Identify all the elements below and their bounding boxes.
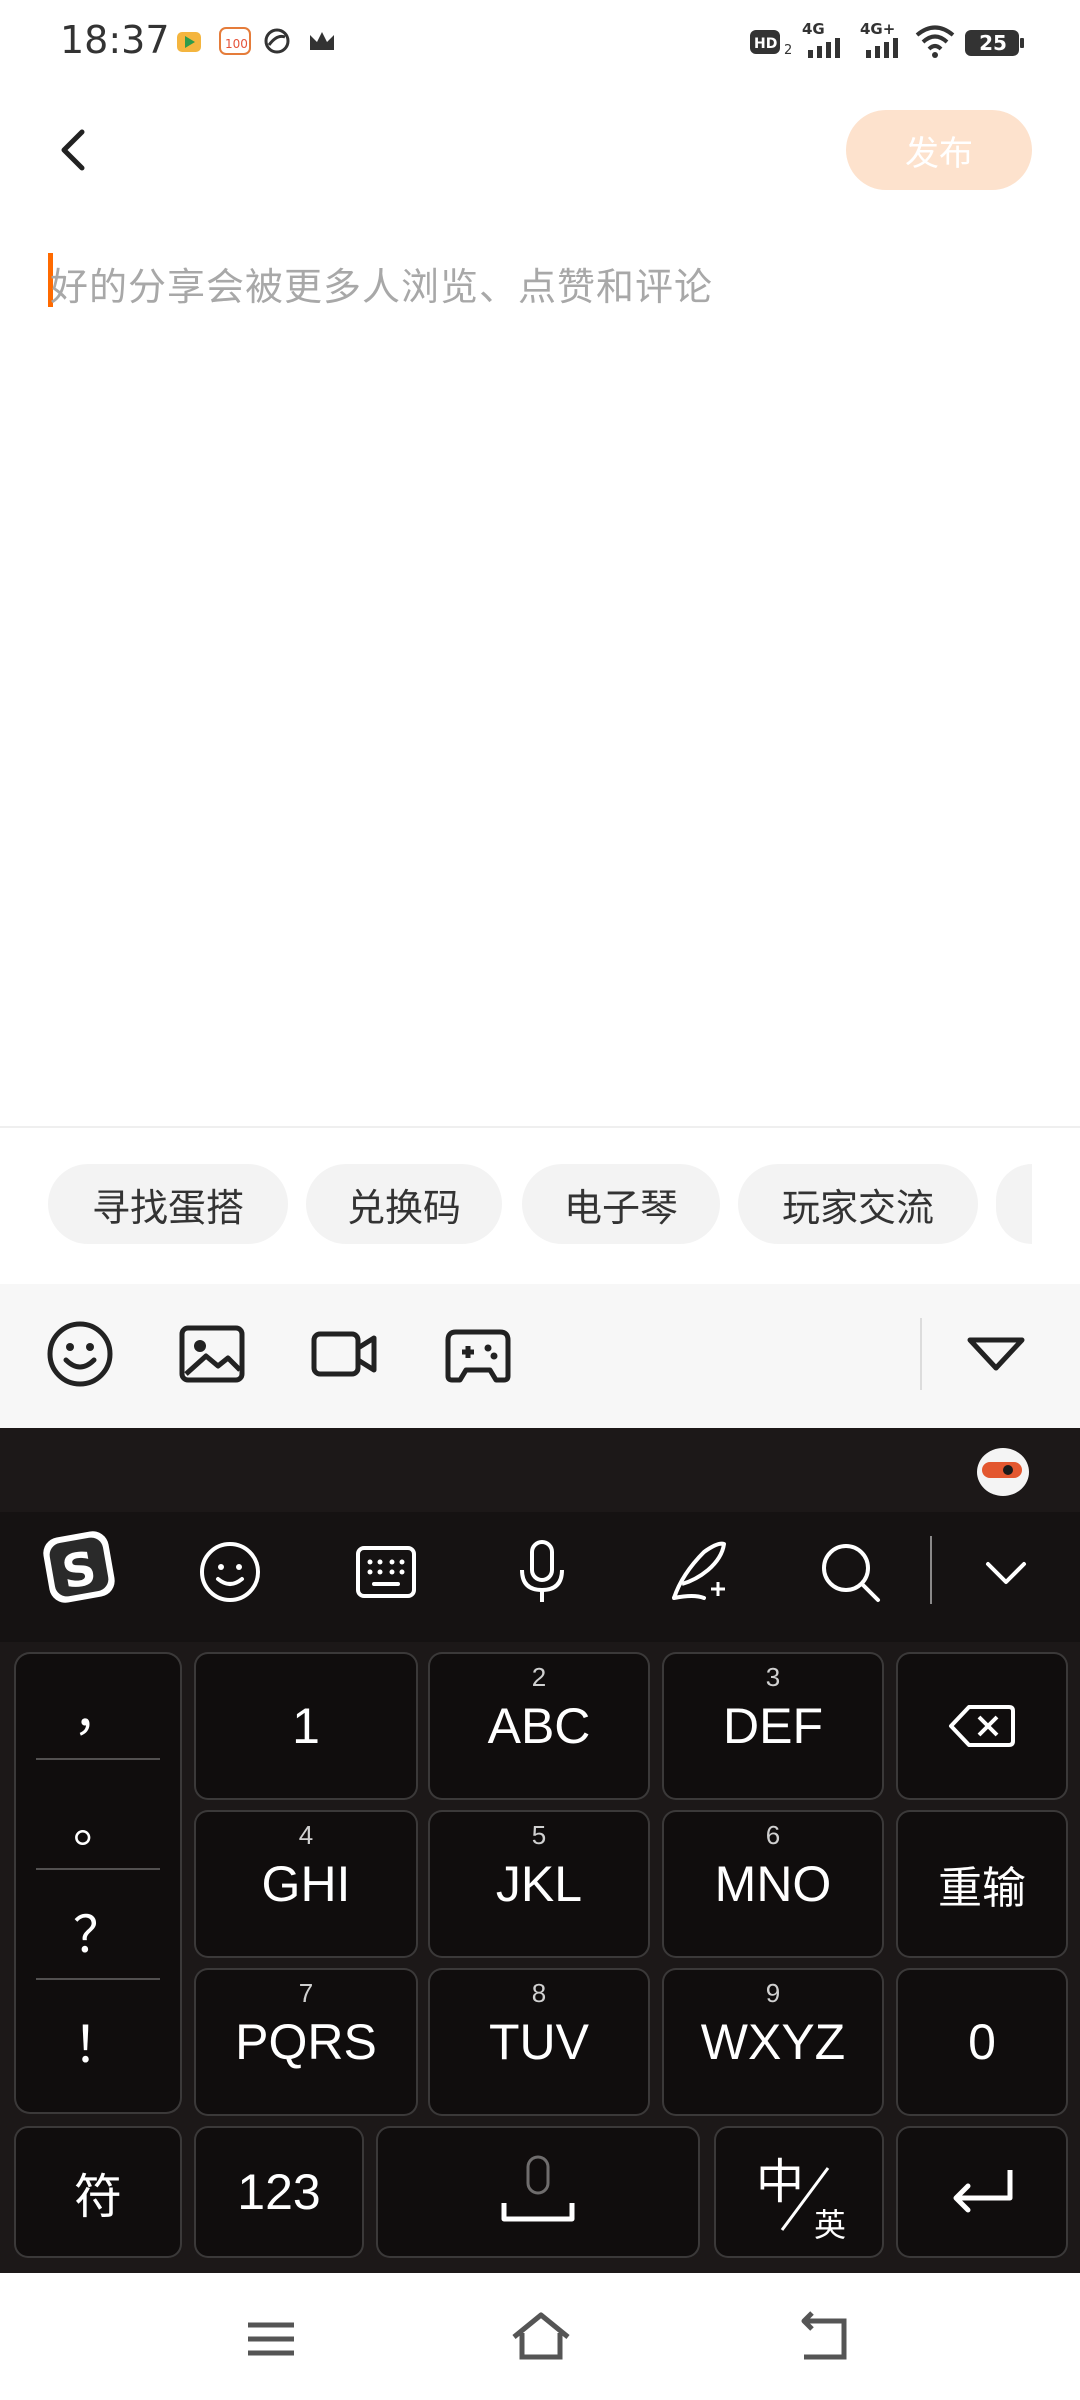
- key-digit: 2: [531, 1662, 547, 1692]
- svg-text:100: 100: [225, 37, 248, 51]
- key-1[interactable]: 1: [194, 1652, 418, 1800]
- triangle-down-icon[interactable]: [960, 1318, 1032, 1390]
- crown-icon: [306, 26, 338, 56]
- menu-icon[interactable]: [236, 2303, 306, 2373]
- status-bar: 18:37 100 HD 2 4G 4G+ 25: [0, 0, 1080, 86]
- backspace-icon: [949, 1705, 1015, 1747]
- keyboard-mascot-icon[interactable]: [972, 1438, 1034, 1500]
- system-nav-bar: [0, 2273, 1080, 2400]
- punct-separator: [36, 1868, 160, 1870]
- key-label: 符: [73, 2169, 122, 2225]
- key-label: DEF: [723, 1698, 823, 1754]
- post-editor[interactable]: [0, 220, 1080, 1120]
- app-notification-icon: [262, 26, 292, 56]
- key-digit: 7: [298, 1978, 314, 2008]
- punct-key[interactable]: ，: [16, 1654, 180, 1764]
- toolbar-separator: [920, 1318, 922, 1390]
- key-digit: 5: [531, 1820, 547, 1850]
- key-digit: 3: [765, 1662, 781, 1692]
- chevron-left-icon: [61, 129, 85, 171]
- punctuation-column: ， 。 ？ ！: [14, 1652, 182, 2114]
- microphone-space-icon: [501, 2155, 575, 2222]
- app-notification-icon: 100: [218, 24, 252, 58]
- signal-4g-icon: 4G: [802, 18, 850, 62]
- svg-text:4G+: 4G+: [860, 20, 895, 38]
- key-label: MNO: [714, 1856, 832, 1912]
- topic-chip[interactable]: 电子琴: [522, 1164, 720, 1244]
- keyboard-toolbar-separator: [930, 1536, 932, 1604]
- svg-text:HD: HD: [754, 36, 777, 52]
- video-icon[interactable]: [308, 1318, 380, 1390]
- punct-key[interactable]: 。: [16, 1766, 180, 1876]
- back-button[interactable]: [40, 110, 120, 190]
- topic-chip-partial[interactable]: [996, 1164, 1032, 1244]
- language-toggle-key[interactable]: 中 英: [714, 2126, 884, 2258]
- emoji-icon[interactable]: [44, 1318, 116, 1390]
- smiley-icon[interactable]: [192, 1534, 268, 1610]
- wifi-icon: [914, 22, 956, 60]
- reinput-key[interactable]: 重输: [896, 1810, 1068, 1958]
- key-label: TUV: [489, 2014, 589, 2070]
- key-label: 123: [237, 2164, 321, 2220]
- divider: [0, 1126, 1080, 1128]
- key-jkl[interactable]: 5 JKL: [428, 1810, 650, 1958]
- hd-icon: HD 2: [748, 24, 796, 60]
- svg-text:4G: 4G: [802, 20, 825, 38]
- enter-key[interactable]: [896, 2126, 1068, 2258]
- key-wxyz[interactable]: 9 WXYZ: [662, 1968, 884, 2116]
- image-icon[interactable]: [176, 1318, 248, 1390]
- publish-button[interactable]: 发布: [846, 110, 1032, 190]
- svg-text:2: 2: [784, 43, 792, 58]
- symbols-key[interactable]: 符: [14, 2126, 182, 2258]
- space-key[interactable]: [376, 2126, 700, 2258]
- key-def[interactable]: 3 DEF: [662, 1652, 884, 1800]
- lang-en-label: 英: [814, 2207, 847, 2243]
- enter-icon: [953, 2170, 1013, 2213]
- home-icon[interactable]: [506, 2303, 576, 2373]
- handwriting-icon[interactable]: [660, 1534, 736, 1610]
- numbers-key[interactable]: 123: [194, 2126, 364, 2258]
- key-label: 1: [292, 1698, 320, 1754]
- key-label: ABC: [487, 1698, 591, 1754]
- punct-key[interactable]: ？: [16, 1876, 180, 1986]
- battery-level: 25: [979, 31, 1007, 55]
- status-time: 18:37: [60, 18, 170, 62]
- topic-chip[interactable]: 寻找蛋搭: [48, 1164, 288, 1244]
- key-abc[interactable]: 2 ABC: [428, 1652, 650, 1800]
- key-label: JKL: [495, 1856, 583, 1912]
- backspace-key[interactable]: [896, 1652, 1068, 1800]
- key-digit: 8: [531, 1978, 547, 2008]
- keyboard-icon[interactable]: [348, 1534, 424, 1610]
- punct-separator: [36, 1978, 160, 1980]
- punct-key[interactable]: ！: [16, 1986, 180, 2096]
- back-nav-icon[interactable]: [790, 2303, 860, 2373]
- key-label: 重输: [938, 1863, 1026, 1914]
- key-digit: 4: [298, 1820, 314, 1850]
- punct-separator: [36, 1758, 160, 1760]
- search-icon[interactable]: [812, 1534, 888, 1610]
- microphone-icon[interactable]: [504, 1534, 580, 1610]
- composer-toolbar: [0, 1284, 1080, 1428]
- key-mno[interactable]: 6 MNO: [662, 1810, 884, 1958]
- topic-chip[interactable]: 玩家交流: [738, 1164, 978, 1244]
- app-notification-icon: [174, 26, 204, 56]
- sogou-logo[interactable]: S: [38, 1524, 128, 1614]
- key-0[interactable]: 0: [896, 1968, 1068, 2116]
- key-ghi[interactable]: 4 GHI: [194, 1810, 418, 1958]
- key-pqrs[interactable]: 7 PQRS: [194, 1968, 418, 2116]
- editor-placeholder: 好的分享会被更多人浏览、点赞和评论: [50, 265, 714, 309]
- key-label: WXYZ: [700, 2014, 846, 2070]
- signal-4g-plus-icon: 4G+: [860, 18, 908, 62]
- key-label: GHI: [261, 1856, 351, 1912]
- key-digit: 6: [765, 1820, 781, 1850]
- key-tuv[interactable]: 8 TUV: [428, 1968, 650, 2116]
- key-label: PQRS: [235, 2014, 377, 2070]
- chevron-down-icon[interactable]: [968, 1534, 1044, 1610]
- key-digit: 9: [765, 1978, 781, 2008]
- key-label: 0: [968, 2014, 996, 2070]
- gamepad-icon[interactable]: [442, 1318, 514, 1390]
- topic-chip[interactable]: 兑换码: [306, 1164, 502, 1244]
